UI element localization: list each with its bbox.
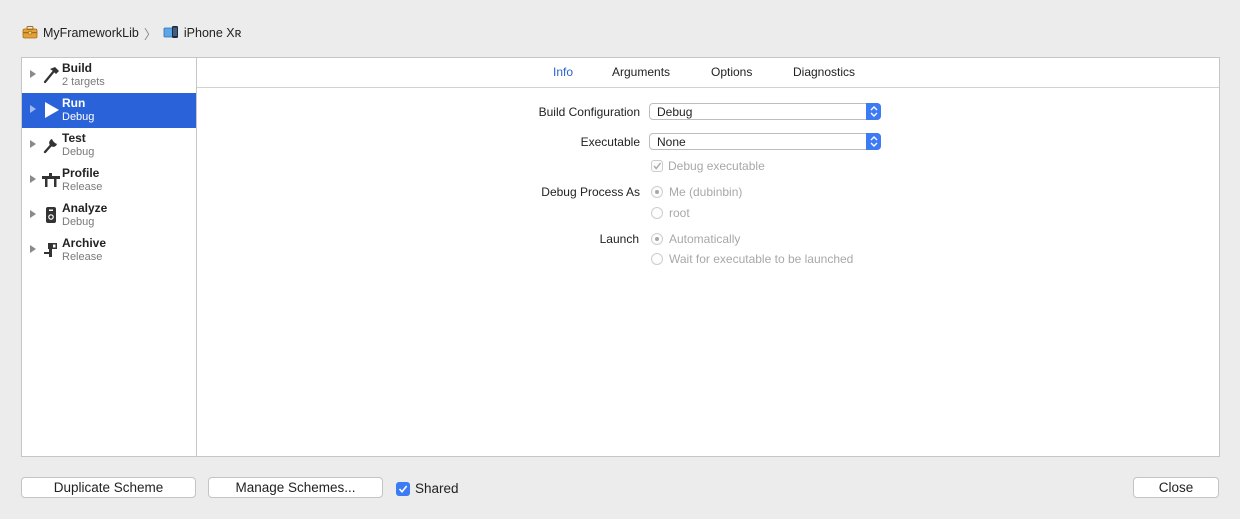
sidebar-item-sub: Release [62,181,103,193]
launch-automatically-radio[interactable] [651,233,663,245]
tab-options[interactable]: Options [711,65,752,79]
sidebar-item-build[interactable]: Build 2 targets [22,58,196,93]
debug-process-me-option[interactable]: Me (dubinbin) [651,185,742,199]
sidebar-item-test[interactable]: Test Debug [22,128,196,163]
debug-process-root-option[interactable]: root [651,206,690,220]
sidebar-item-name: Analyze [62,201,108,215]
debug-process-root-radio[interactable] [651,207,663,219]
hammer-icon [41,64,61,86]
duplicate-scheme-button[interactable]: Duplicate Scheme [21,477,196,498]
debug-process-as-label: Debug Process As [541,185,640,199]
debug-process-root-label: root [669,206,690,220]
sidebar-item-name: Run [62,96,86,110]
updown-arrows-icon [866,103,881,120]
disclosure-triangle-icon[interactable] [30,140,36,148]
debug-process-me-label: Me (dubinbin) [669,185,743,199]
debug-executable-checkbox[interactable] [651,160,663,172]
updown-arrows-icon [866,133,881,150]
simulator-icon [163,25,179,42]
launch-label: Launch [599,232,639,246]
disclosure-triangle-icon[interactable] [30,245,36,253]
sidebar-item-profile[interactable]: Profile Release [22,163,196,198]
sidebar-item-sub: 2 targets [62,76,105,88]
build-configuration-value: Debug [657,105,693,119]
instruments-icon [41,169,61,191]
tab-diagnostics[interactable]: Diagnostics [793,65,855,79]
sidebar-item-name: Test [62,131,86,145]
build-configuration-label: Build Configuration [538,105,640,119]
executable-popup[interactable]: None [649,133,881,150]
tab-info[interactable]: Info [553,65,573,79]
wrench-icon [41,134,61,156]
tab-arguments[interactable]: Arguments [612,65,670,79]
debug-process-me-radio[interactable] [651,186,663,198]
sidebar-item-sub: Debug [62,216,95,228]
manage-schemes-button[interactable]: Manage Schemes... [208,477,383,498]
executable-label: Executable [580,135,640,149]
disclosure-triangle-icon[interactable] [30,105,36,113]
sidebar-item-name: Archive [62,236,107,250]
sidebar-item-run[interactable]: Run Debug [22,93,196,128]
sidebar-item-sub: Debug [62,146,95,158]
sidebar-item-sub: Release [62,251,103,263]
disclosure-triangle-icon[interactable] [30,70,36,78]
launch-wait-radio[interactable] [651,253,663,265]
breadcrumb: MyFrameworkLib 〉 iPhone Xʀ [22,24,241,42]
debug-executable-label: Debug executable [668,159,765,173]
sidebar-item-analyze[interactable]: Analyze Debug [22,198,196,233]
breadcrumb-device-label: iPhone Xʀ [183,26,242,40]
shared-checkbox-option[interactable]: Shared [396,481,459,496]
launch-wait-option[interactable]: Wait for executable to be launched [651,252,853,266]
sidebar-item-name: Profile [62,166,100,180]
archive-icon [41,239,61,261]
checkmark-icon [398,484,408,493]
disclosure-triangle-icon[interactable] [30,175,36,183]
build-configuration-popup[interactable]: Debug [649,103,881,120]
scheme-editor-panel: Build 2 targets Run Debug Test Debug Pro… [21,57,1220,457]
launch-wait-label: Wait for executable to be launched [669,252,854,266]
tab-bar: Info Arguments Options Diagnostics [197,58,1219,88]
sidebar-item-name: Build [62,61,92,75]
disclosure-triangle-icon[interactable] [30,210,36,218]
shared-label: Shared [415,481,459,496]
breadcrumb-project-label: MyFrameworkLib [43,26,139,40]
toolbox-icon [22,25,38,42]
breadcrumb-project[interactable]: MyFrameworkLib [22,25,139,42]
close-button[interactable]: Close [1133,477,1219,498]
scheme-action-sidebar: Build 2 targets Run Debug Test Debug Pro… [22,58,197,456]
breadcrumb-device[interactable]: iPhone Xʀ [163,25,242,42]
debug-executable-option[interactable]: Debug executable [651,159,765,173]
breadcrumb-separator: 〉 [143,26,157,42]
play-icon [41,99,61,121]
launch-automatically-label: Automatically [669,232,741,246]
executable-value: None [657,135,686,149]
analyze-icon [41,204,61,226]
launch-automatically-option[interactable]: Automatically [651,232,740,246]
shared-checkbox[interactable] [396,481,410,496]
sidebar-item-archive[interactable]: Archive Release [22,233,196,268]
sidebar-item-sub: Debug [62,111,95,123]
